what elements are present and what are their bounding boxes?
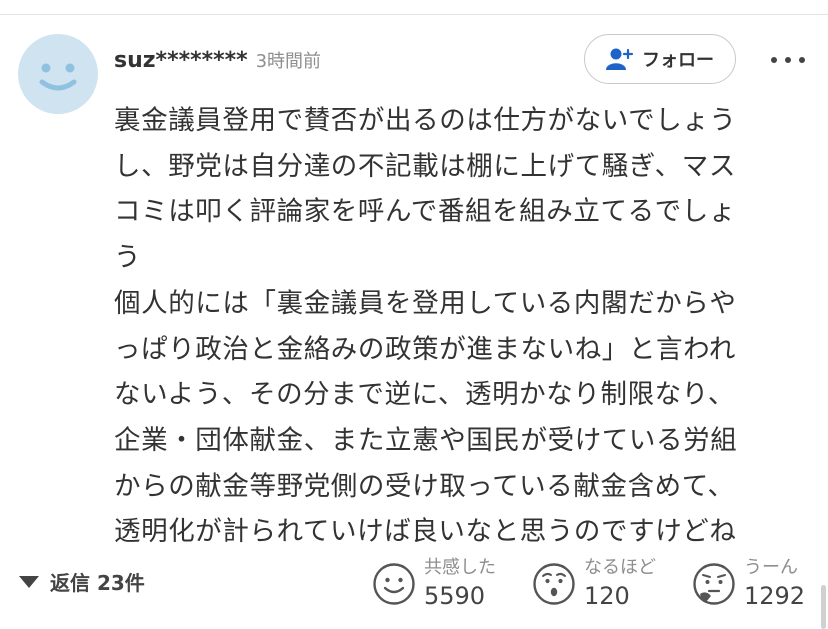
comment-line: し、野党は自分達の不記載は棚に上げて騒ぎ、マス (114, 150, 736, 182)
comment-line: ないよう、その分まで逆に、透明かなり制限なり、 (114, 379, 735, 411)
add-user-icon (606, 48, 634, 70)
comment-line: 裏金議員登用で賛否が出るのは仕方がないでしょう (114, 105, 737, 136)
avatar[interactable] (18, 34, 98, 114)
smile-face-icon (373, 563, 415, 605)
comment-line: っぱり政治と金絡みの政策が進まないね」と言われ (114, 333, 736, 365)
reaction-insight-button[interactable]: なるほど 120 (532, 556, 656, 612)
scrollbar[interactable] (821, 585, 826, 629)
timestamp: 3時間前 (255, 51, 322, 72)
reaction-count: 120 (584, 582, 630, 610)
reaction-count: 1292 (744, 582, 806, 610)
username[interactable]: suz******** (114, 48, 248, 73)
comment-line: からの献金等野党側の受け取っている献金含めて、 (114, 470, 735, 502)
reaction-label: なるほど (584, 557, 656, 578)
reaction-label: うーん (744, 557, 798, 578)
follow-label: フォロー (642, 50, 714, 71)
reaction-count: 5590 (424, 582, 486, 610)
avatar-face-icon (39, 63, 77, 91)
comment-line: 透明化が計られていけば良いなと思うのですけどね (114, 516, 737, 548)
top-divider (0, 14, 828, 15)
replies-label: 返信 23件 (50, 571, 145, 595)
replies-toggle[interactable]: 返信 23件 (18, 567, 145, 596)
comment-line: 個人的には「裏金議員を登用している内閣だからや (114, 287, 737, 319)
comment-body: 裏金議員登用で賛否が出るのは仕方がないでしょう し、野党は自分達の不記載は棚に上… (114, 98, 814, 555)
reaction-label: 共感した (424, 557, 496, 578)
follow-button[interactable]: フォロー (584, 34, 736, 84)
comment-line: 企業・団体献金、また立憲や国民が受けている労組 (114, 424, 738, 456)
comment-line: う (114, 242, 142, 274)
comment-header: suz******** 3時間前 (114, 46, 321, 77)
thinking-face-icon (693, 563, 735, 605)
reaction-empathy-button[interactable]: 共感した 5590 (372, 556, 496, 612)
comment-line: コミは叩く評論家を呼んで番組を組み立てるでしょ (114, 196, 736, 228)
more-dots-icon (771, 57, 805, 63)
more-options-button[interactable] (768, 46, 808, 74)
reaction-hmm-button[interactable]: うーん 1292 (692, 556, 805, 612)
caret-down-icon (19, 575, 39, 588)
surprised-face-icon (533, 563, 575, 605)
